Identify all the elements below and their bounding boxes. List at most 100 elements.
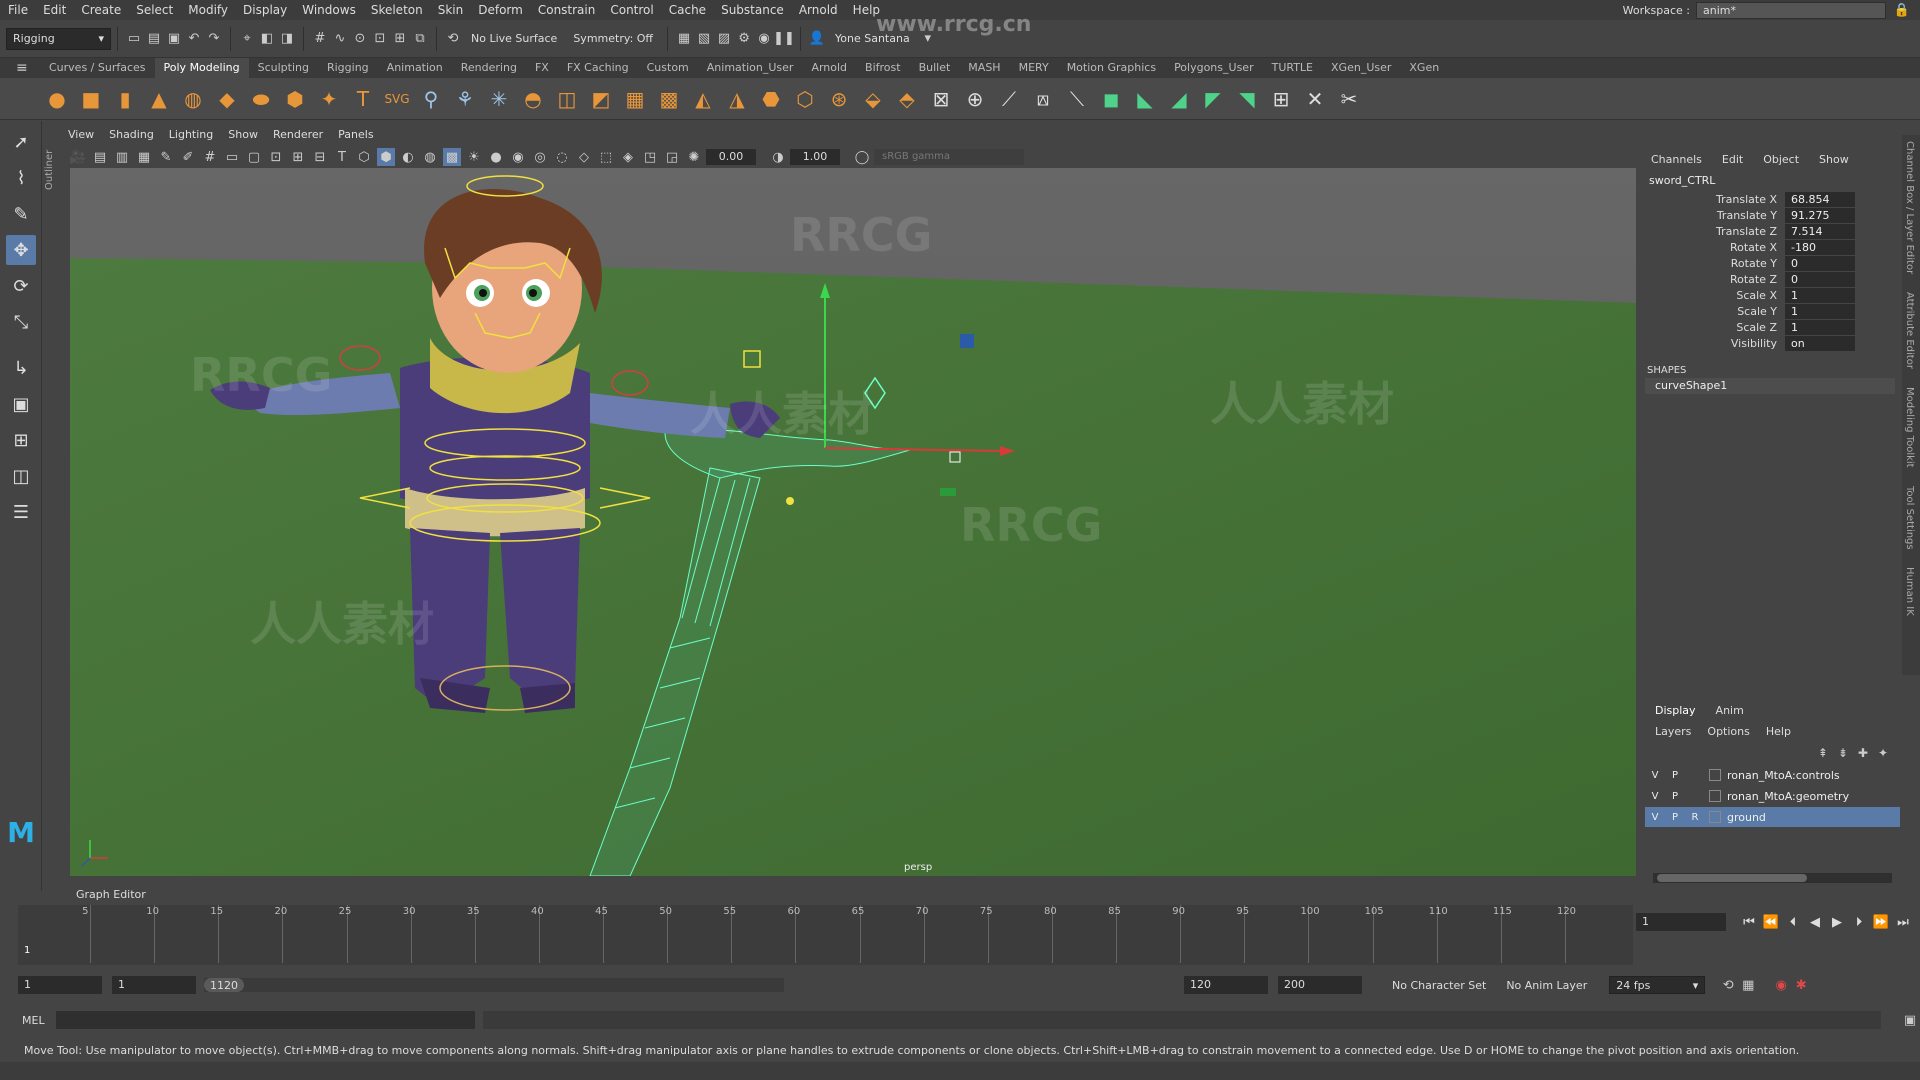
menu-select[interactable]: Select — [136, 3, 173, 17]
lasso-tool-icon[interactable]: ⌇ — [6, 163, 36, 193]
shadows-icon[interactable]: ● — [487, 148, 505, 166]
step-back-key-icon[interactable]: ⏪ — [1760, 912, 1782, 932]
layer-menu-layers[interactable]: Layers — [1655, 725, 1691, 738]
poly-svg-icon[interactable]: SVG — [383, 85, 411, 113]
extract-icon[interactable]: ◩ — [587, 85, 615, 113]
side-tab-attribute-editor[interactable]: Attribute Editor — [1904, 292, 1915, 369]
safe-title-icon[interactable]: T — [333, 148, 351, 166]
mel-label[interactable]: MEL — [0, 1014, 56, 1027]
camera-attributes-icon[interactable]: ▤ — [91, 148, 109, 166]
channel-menu-show[interactable]: Show — [1819, 153, 1849, 166]
attribute-value[interactable]: 7.514 — [1785, 223, 1855, 239]
current-frame-field[interactable]: 1 — [1636, 913, 1726, 931]
select-hierarchy-icon[interactable]: ⌖ — [238, 30, 256, 48]
range-bar[interactable]: 1 120 — [204, 978, 784, 992]
side-tab-tool-settings[interactable]: Tool Settings — [1904, 486, 1915, 550]
attribute-value[interactable]: 1 — [1785, 287, 1855, 303]
new-layer-icon[interactable]: ✚ — [1858, 746, 1868, 760]
shelf-tab-motion-graphics[interactable]: Motion Graphics — [1058, 58, 1165, 78]
two-d-pan-icon[interactable]: ✎ — [157, 148, 175, 166]
combine-icon[interactable]: ◓ — [519, 85, 547, 113]
poly-plane-icon[interactable]: ◆ — [213, 85, 241, 113]
menu-arnold[interactable]: Arnold — [799, 3, 838, 17]
film-gate-icon[interactable]: ▭ — [223, 148, 241, 166]
unfold-icon[interactable]: ⊞ — [1267, 85, 1295, 113]
viewport-persp[interactable]: persp RRCG RRCG RRCG 人人素材 人人素材 人人素材 — [70, 168, 1636, 876]
cut-uv-icon[interactable]: ✂ — [1335, 85, 1363, 113]
attribute-value[interactable]: 68.854 — [1785, 191, 1855, 207]
ipr-render-icon[interactable]: ▨ — [715, 30, 733, 48]
gate-mask-icon[interactable]: ⊡ — [267, 148, 285, 166]
workspace-dropdown[interactable]: anim* — [1696, 1, 1886, 19]
single-perspective-icon[interactable]: ▣ — [6, 389, 36, 419]
layer-p-toggle[interactable]: P — [1665, 791, 1685, 802]
bevel-icon[interactable]: ⬡ — [791, 85, 819, 113]
poly-text-icon[interactable]: T — [349, 85, 377, 113]
smooth-shade-icon[interactable]: ⬢ — [377, 148, 395, 166]
auto-map-icon[interactable]: ◥ — [1233, 85, 1261, 113]
attribute-value[interactable]: 91.275 — [1785, 207, 1855, 223]
playback-end-field[interactable]: 120 — [1184, 976, 1268, 994]
last-tool-icon[interactable]: ↳ — [6, 353, 36, 383]
layer-color-swatch[interactable] — [1709, 790, 1721, 802]
step-back-frame-icon[interactable]: ⏴ — [1782, 912, 1804, 932]
poly-disc-icon[interactable]: ⬬ — [247, 85, 275, 113]
menu-windows[interactable]: Windows — [302, 3, 356, 17]
live-surface-label[interactable]: No Live Surface — [471, 32, 557, 45]
menu-skeleton[interactable]: Skeleton — [371, 3, 423, 17]
layer-scrollbar-thumb[interactable] — [1657, 874, 1807, 882]
poly-platonic-icon[interactable]: ⬢ — [281, 85, 309, 113]
depth-of-field-icon[interactable]: ◇ — [575, 148, 593, 166]
symmetry-label[interactable]: Symmetry: Off — [573, 32, 653, 45]
wireframe-on-shaded-icon[interactable]: ◍ — [421, 148, 439, 166]
shelf-tab-curves-surfaces[interactable]: Curves / Surfaces — [40, 58, 155, 78]
panel-menu-view[interactable]: View — [68, 128, 94, 146]
boolean-icon[interactable]: ▩ — [655, 85, 683, 113]
offset-loop-icon[interactable]: ⟎ — [1029, 85, 1057, 113]
field-chart-icon[interactable]: ⊞ — [289, 148, 307, 166]
side-by-side-icon[interactable]: ◫ — [6, 461, 36, 491]
spherical-map-icon[interactable]: ◤ — [1199, 85, 1227, 113]
image-plane-icon[interactable]: ▦ — [135, 148, 153, 166]
bookmark-icon[interactable]: ▥ — [113, 148, 131, 166]
shelf-tab-sculpting[interactable]: Sculpting — [249, 58, 318, 78]
attribute-value[interactable]: 0 — [1785, 255, 1855, 271]
paint-select-icon[interactable]: ✎ — [6, 199, 36, 229]
layer-color-swatch[interactable] — [1709, 811, 1721, 823]
snap-surface-icon[interactable]: ⊞ — [391, 30, 409, 48]
mirror-icon[interactable]: ◭ — [689, 85, 717, 113]
side-tab-modeling-toolkit[interactable]: Modeling Toolkit — [1904, 387, 1915, 468]
layer-r-toggle[interactable]: R — [1685, 812, 1705, 823]
sculpt-icon[interactable]: ⚲ — [417, 85, 445, 113]
record-icon[interactable]: ◉ — [1772, 976, 1790, 994]
step-forward-key-icon[interactable]: ⏩ — [1870, 912, 1892, 932]
range-knob[interactable]: 1 120 — [204, 978, 244, 992]
panel-menu-panels[interactable]: Panels — [338, 128, 373, 146]
fps-dropdown[interactable]: 24 fps ▾ — [1609, 976, 1706, 994]
extrude-icon[interactable]: ⬙ — [859, 85, 887, 113]
poly-sphere-icon[interactable]: ● — [43, 85, 71, 113]
shelf-tab-bullet[interactable]: Bullet — [910, 58, 960, 78]
poly-cone-icon[interactable]: ▲ — [145, 85, 173, 113]
selected-node-name[interactable]: sword_CTRL — [1645, 166, 1900, 191]
play-forward-icon[interactable]: ▶ — [1826, 912, 1848, 932]
shelf-tab-polygons-user[interactable]: Polygons_User — [1165, 58, 1263, 78]
channel-menu-channels[interactable]: Channels — [1651, 153, 1702, 166]
attribute-row-rotate-y[interactable]: Rotate Y 0 — [1645, 255, 1900, 271]
multi-cut-icon[interactable]: ⊠ — [927, 85, 955, 113]
layer-v-toggle[interactable]: V — [1645, 770, 1665, 781]
color-management-icon[interactable]: ◯ — [853, 148, 871, 166]
sew-uv-icon[interactable]: ⚘ — [451, 85, 479, 113]
move-tool-icon[interactable]: ✥ — [6, 235, 36, 265]
append-icon[interactable]: ⬘ — [893, 85, 921, 113]
attribute-value[interactable]: -180 — [1785, 239, 1855, 255]
layer-scrollbar[interactable] — [1653, 873, 1892, 883]
open-scene-icon[interactable]: ▤ — [145, 30, 163, 48]
attribute-row-scale-x[interactable]: Scale X 1 — [1645, 287, 1900, 303]
outliner-layout-icon[interactable]: ☰ — [6, 497, 36, 527]
target-weld-icon[interactable]: ⊕ — [961, 85, 989, 113]
menu-control[interactable]: Control — [610, 3, 653, 17]
shelf-tab-rigging[interactable]: Rigging — [318, 58, 378, 78]
shelf-tab-fx[interactable]: FX — [526, 58, 558, 78]
make-live-icon[interactable]: ⧉ — [411, 30, 429, 48]
